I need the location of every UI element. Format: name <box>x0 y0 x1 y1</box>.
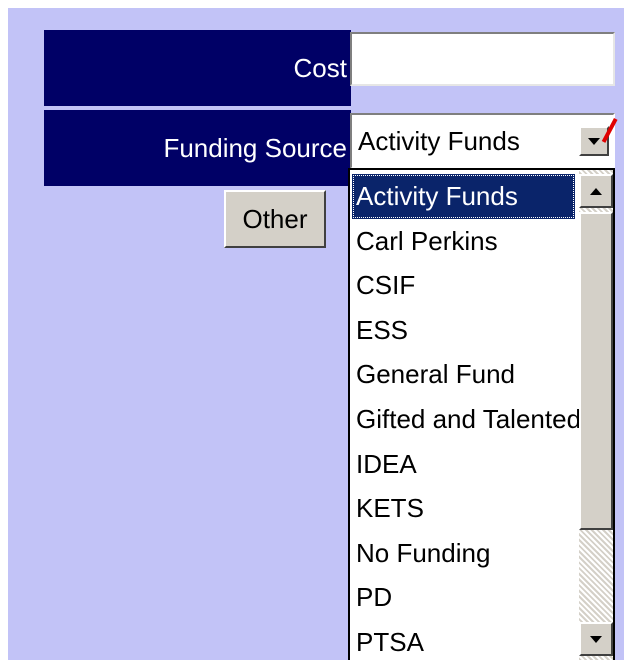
dropdown-option[interactable]: ESS <box>350 308 579 353</box>
cost-input[interactable] <box>350 32 615 86</box>
other-button[interactable]: Other <box>224 190 326 248</box>
funding-source-selected-value: Activity Funds <box>358 125 520 156</box>
dropdown-option[interactable]: General Fund <box>350 352 579 397</box>
dropdown-option[interactable]: Gifted and Talented <box>350 397 579 442</box>
scroll-down-icon <box>590 635 602 643</box>
dropdown-option[interactable]: Activity Funds <box>352 174 575 219</box>
dropdown-options: Activity Funds Carl Perkins CSIF ESS General… <box>350 170 579 660</box>
funding-source-label-text: Funding Source <box>163 132 347 163</box>
chevron-down-icon <box>588 137 600 145</box>
dropdown-option[interactable]: KETS <box>350 486 579 531</box>
dropdown-option[interactable]: IDEA <box>350 442 579 487</box>
dropdown-option[interactable]: CSIF <box>350 263 579 308</box>
cost-label-text: Cost <box>293 52 347 83</box>
funding-source-label: Funding Source <box>44 110 351 186</box>
scrollbar-thumb[interactable] <box>579 212 613 530</box>
scroll-up-button[interactable] <box>579 174 613 208</box>
funding-source-select[interactable]: Activity Funds <box>350 113 615 169</box>
dropdown-option[interactable]: Carl Perkins <box>350 219 579 264</box>
cost-label: Cost <box>44 30 351 106</box>
scroll-down-button[interactable] <box>579 622 613 656</box>
scroll-up-icon <box>590 187 602 195</box>
funding-source-dropdown-list[interactable]: Activity Funds Carl Perkins CSIF ESS General… <box>348 168 615 660</box>
dropdown-option[interactable]: PTSA <box>350 620 579 660</box>
dropdown-scrollbar[interactable] <box>579 170 613 660</box>
dropdown-option[interactable]: PD <box>350 575 579 620</box>
dropdown-option[interactable]: No Funding <box>350 531 579 576</box>
